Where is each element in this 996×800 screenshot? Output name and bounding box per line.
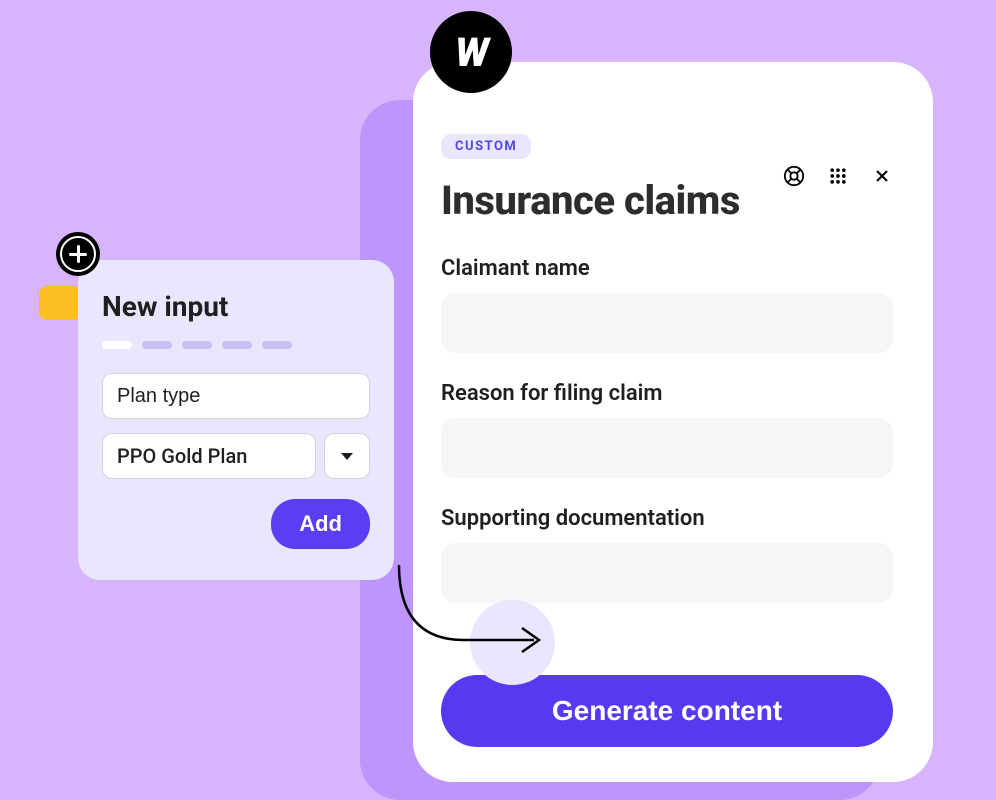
close-icon[interactable] <box>871 165 893 187</box>
field-label: Reason for filing claim <box>441 381 893 406</box>
yellow-accent <box>39 286 81 320</box>
dropdown-value: PPO Gold Plan <box>117 444 247 468</box>
new-input-card: New input PPO Gold Plan Add <box>78 260 394 580</box>
progress-dot <box>142 341 172 349</box>
logo-letter: W <box>455 29 487 76</box>
progress-indicator <box>102 341 370 349</box>
field-reason: Reason for filing claim <box>441 381 893 478</box>
field-name-input[interactable] <box>102 373 370 419</box>
progress-dot <box>222 341 252 349</box>
dropdown-toggle-button[interactable] <box>324 433 370 479</box>
claimant-name-input[interactable] <box>441 293 893 353</box>
add-button[interactable]: Add <box>271 499 370 549</box>
field-label: Supporting documentation <box>441 506 893 531</box>
generate-content-button[interactable]: Generate content <box>441 675 893 747</box>
progress-dot <box>262 341 292 349</box>
plus-vertical <box>77 245 80 263</box>
progress-dot <box>182 341 212 349</box>
documentation-input[interactable] <box>441 543 893 603</box>
dropdown-row: PPO Gold Plan <box>102 433 370 479</box>
help-icon[interactable] <box>783 165 805 187</box>
top-toolbar <box>783 165 893 187</box>
custom-badge: CUSTOM <box>441 134 531 159</box>
app-logo: W <box>430 11 512 93</box>
new-input-title: New input <box>102 290 370 323</box>
field-documentation: Supporting documentation <box>441 506 893 603</box>
plus-icon[interactable] <box>56 232 100 276</box>
apps-grid-icon[interactable] <box>827 165 849 187</box>
chevron-down-icon <box>341 453 353 460</box>
field-label: Claimant name <box>441 256 893 281</box>
field-claimant-name: Claimant name <box>441 256 893 353</box>
progress-dot <box>102 341 132 349</box>
reason-input[interactable] <box>441 418 893 478</box>
plan-type-dropdown[interactable]: PPO Gold Plan <box>102 433 316 479</box>
arrow-target-circle <box>470 600 555 685</box>
